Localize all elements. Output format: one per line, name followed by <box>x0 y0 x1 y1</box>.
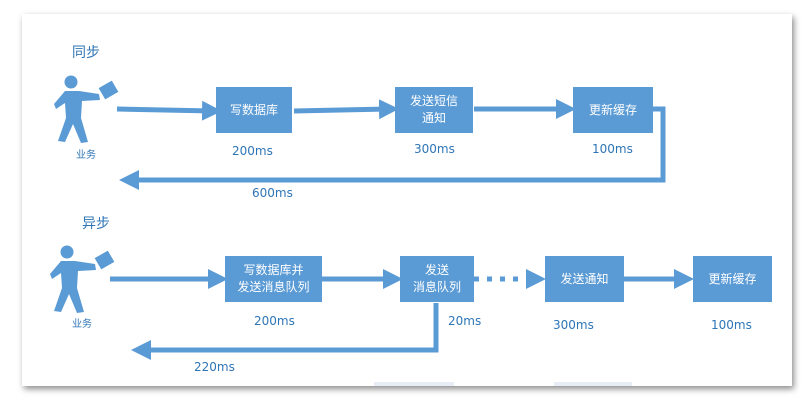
cropped-box-hint <box>374 382 454 386</box>
async-actor-label: 业务 <box>72 319 92 330</box>
sync-time-write-db: 200ms <box>232 144 273 158</box>
async-time-write-db-mq: 200ms <box>254 314 295 328</box>
async-time-send-mq: 20ms <box>448 314 482 328</box>
sync-box-send-sms: 发送短信 通知 <box>395 87 473 133</box>
sync-arrow-actor-to-db <box>116 100 222 121</box>
sync-return-time: 600ms <box>252 186 293 200</box>
sync-actor-label: 业务 <box>76 150 96 161</box>
async-time-send-notify: 300ms <box>553 318 594 332</box>
async-box-write-db-mq: 写数据库并 发送消息队列 <box>225 256 322 302</box>
cropped-box-hint <box>554 382 632 386</box>
diagram-frame: 同步 业务 写数据库 发送短信 通知 更新缓存 200ms 300ms 100m… <box>22 14 792 386</box>
sync-title: 同步 <box>72 45 100 61</box>
async-box-send-notify: 发送通知 <box>545 256 624 302</box>
sync-box-update-cache: 更新缓存 <box>573 87 653 133</box>
async-box-send-mq: 发送 消息队列 <box>400 256 474 302</box>
async-return-time: 220ms <box>194 360 235 374</box>
sync-time-send-sms: 300ms <box>414 142 455 156</box>
async-title: 异步 <box>82 216 110 232</box>
async-box-update-cache: 更新缓存 <box>693 256 772 302</box>
sync-time-update-cache: 100ms <box>592 142 633 156</box>
async-time-update-cache: 100ms <box>711 318 752 332</box>
arrow-layer <box>110 99 694 386</box>
sync-arrow-db-to-sms <box>293 99 399 120</box>
person-with-paper-icon <box>54 75 120 143</box>
person-with-paper-icon <box>50 245 116 313</box>
sync-box-write-db: 写数据库 <box>216 87 292 133</box>
